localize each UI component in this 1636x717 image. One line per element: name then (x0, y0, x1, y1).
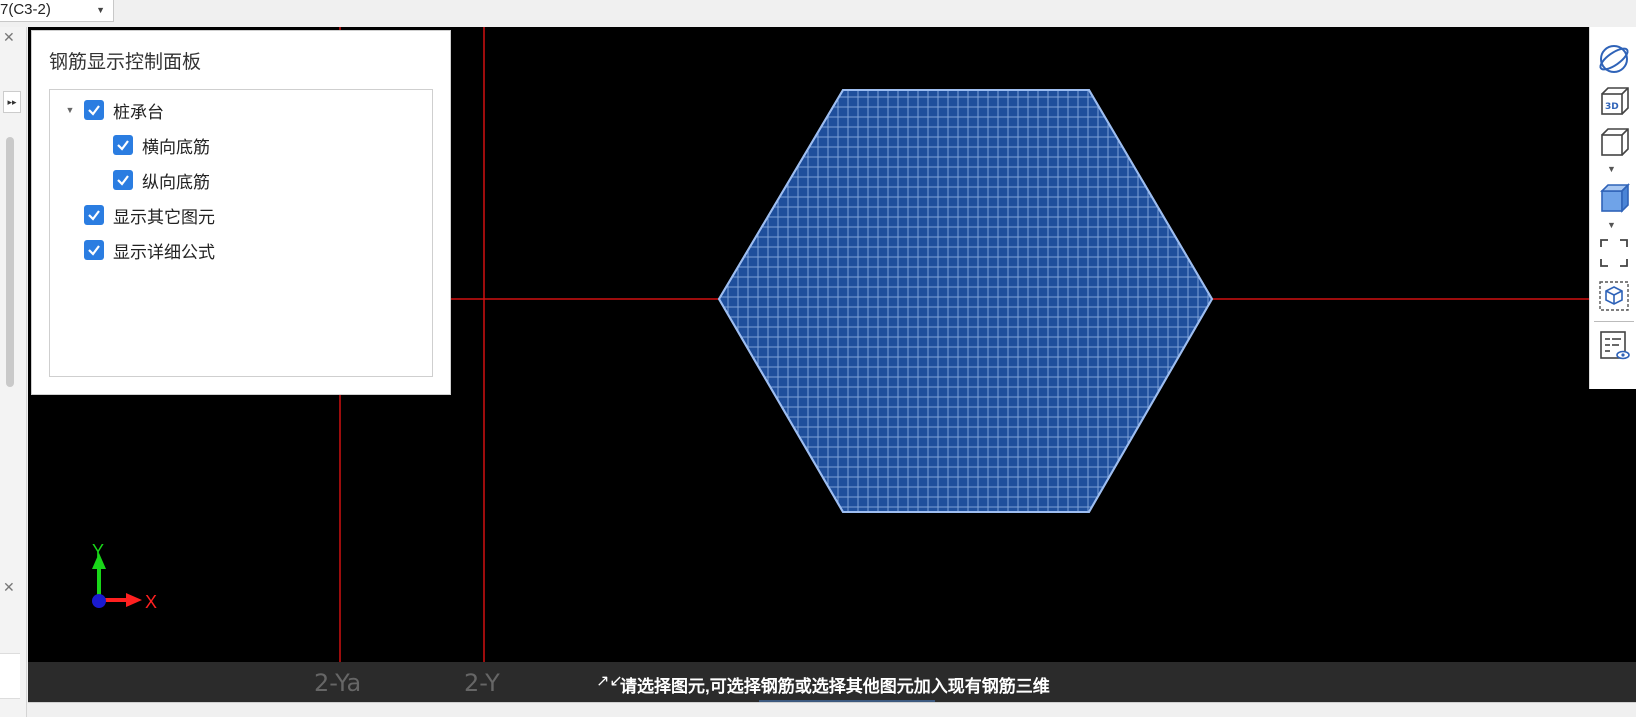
solid-cube-icon[interactable] (1596, 180, 1632, 216)
tree-item-longitudinal-bottom-rebar[interactable]: 纵向底筋 (113, 168, 210, 192)
checkbox-show-other-elements[interactable] (84, 205, 104, 225)
axis-label-2-y: 2-Y (464, 669, 500, 697)
toolbar-divider (1594, 321, 1634, 322)
left-side-panel: ✕ ▸▸ ✕ (0, 27, 27, 717)
x-axis-label: X (145, 592, 157, 612)
tree-item-label: 横向底筋 (142, 137, 210, 157)
checkbox-transverse-bottom-rebar[interactable] (113, 135, 133, 155)
close-icon[interactable]: ✕ (3, 30, 15, 44)
y-axis-label: Y (92, 541, 104, 561)
side-subpanel (0, 653, 20, 699)
chevron-down-icon[interactable]: ▼ (1607, 164, 1616, 174)
panel-title: 钢筋显示控制面板 (49, 52, 202, 73)
view-toolbar: 3D ▼ ▼ (1589, 27, 1636, 389)
collapse-triangle-icon[interactable]: ▼ (64, 105, 76, 115)
tree-item-label: 显示详细公式 (113, 242, 215, 262)
dynamic-observe-icon[interactable] (1596, 41, 1632, 77)
checkbox-pile-cap[interactable] (84, 100, 104, 120)
tree-item-label: 桩承台 (113, 102, 164, 122)
tree-item-show-other-elements[interactable]: 显示其它图元 (84, 203, 215, 227)
close-icon[interactable]: ✕ (3, 580, 15, 594)
tree-item-transverse-bottom-rebar[interactable]: 横向底筋 (113, 133, 210, 157)
display-settings-icon[interactable] (1596, 327, 1632, 363)
bottom-strip (28, 702, 1636, 717)
status-message: 请选择图元,可选择钢筋或选择其他图元加入现有钢筋三维 (620, 677, 1050, 696)
chevron-down-icon[interactable]: ▼ (1607, 220, 1616, 230)
3d-view-icon[interactable]: 3D (1596, 83, 1632, 119)
display-tree: ▼ 桩承台 横向底筋 纵向底筋 显示其它图元 显示详细公式 (49, 89, 433, 377)
svg-text:3D: 3D (1605, 102, 1619, 112)
top-toolbar: -7(C3-2) ▼ (0, 0, 1636, 27)
floor-selector-value: -7(C3-2) (0, 1, 51, 18)
collapse-arrows-icon[interactable]: ↗↙ (596, 671, 623, 691)
tree-item-show-detailed-formula[interactable]: 显示详细公式 (84, 238, 215, 262)
expand-panel-icon[interactable]: ▸▸ (3, 91, 21, 113)
checkbox-show-detailed-formula[interactable] (84, 240, 104, 260)
pile-cap[interactable] (717, 87, 1214, 517)
status-bar: 2-Ya 2-Y ↗↙ 请选择图元,可选择钢筋或选择其他图元加入现有钢筋三维 (28, 662, 1636, 706)
rebar-display-control-panel: 钢筋显示控制面板 ▼ 桩承台 横向底筋 纵向底筋 显示其它图元 显示详细公式 (31, 30, 451, 395)
tree-item-pile-cap[interactable]: ▼ 桩承台 (64, 98, 164, 122)
local-3d-icon[interactable] (1596, 278, 1632, 314)
chevron-down-icon[interactable]: ▼ (96, 0, 105, 20)
tree-item-label: 纵向底筋 (142, 172, 210, 192)
view-cube-icon[interactable] (1596, 124, 1632, 160)
axis-label-2-ya: 2-Ya (314, 669, 362, 697)
fullscreen-icon[interactable] (1596, 235, 1632, 271)
tree-item-label: 显示其它图元 (113, 207, 215, 227)
checkbox-longitudinal-bottom-rebar[interactable] (113, 170, 133, 190)
axis-indicator: Y X (92, 541, 157, 612)
scrollbar[interactable] (6, 137, 14, 387)
floor-selector[interactable]: -7(C3-2) ▼ (0, 0, 114, 22)
